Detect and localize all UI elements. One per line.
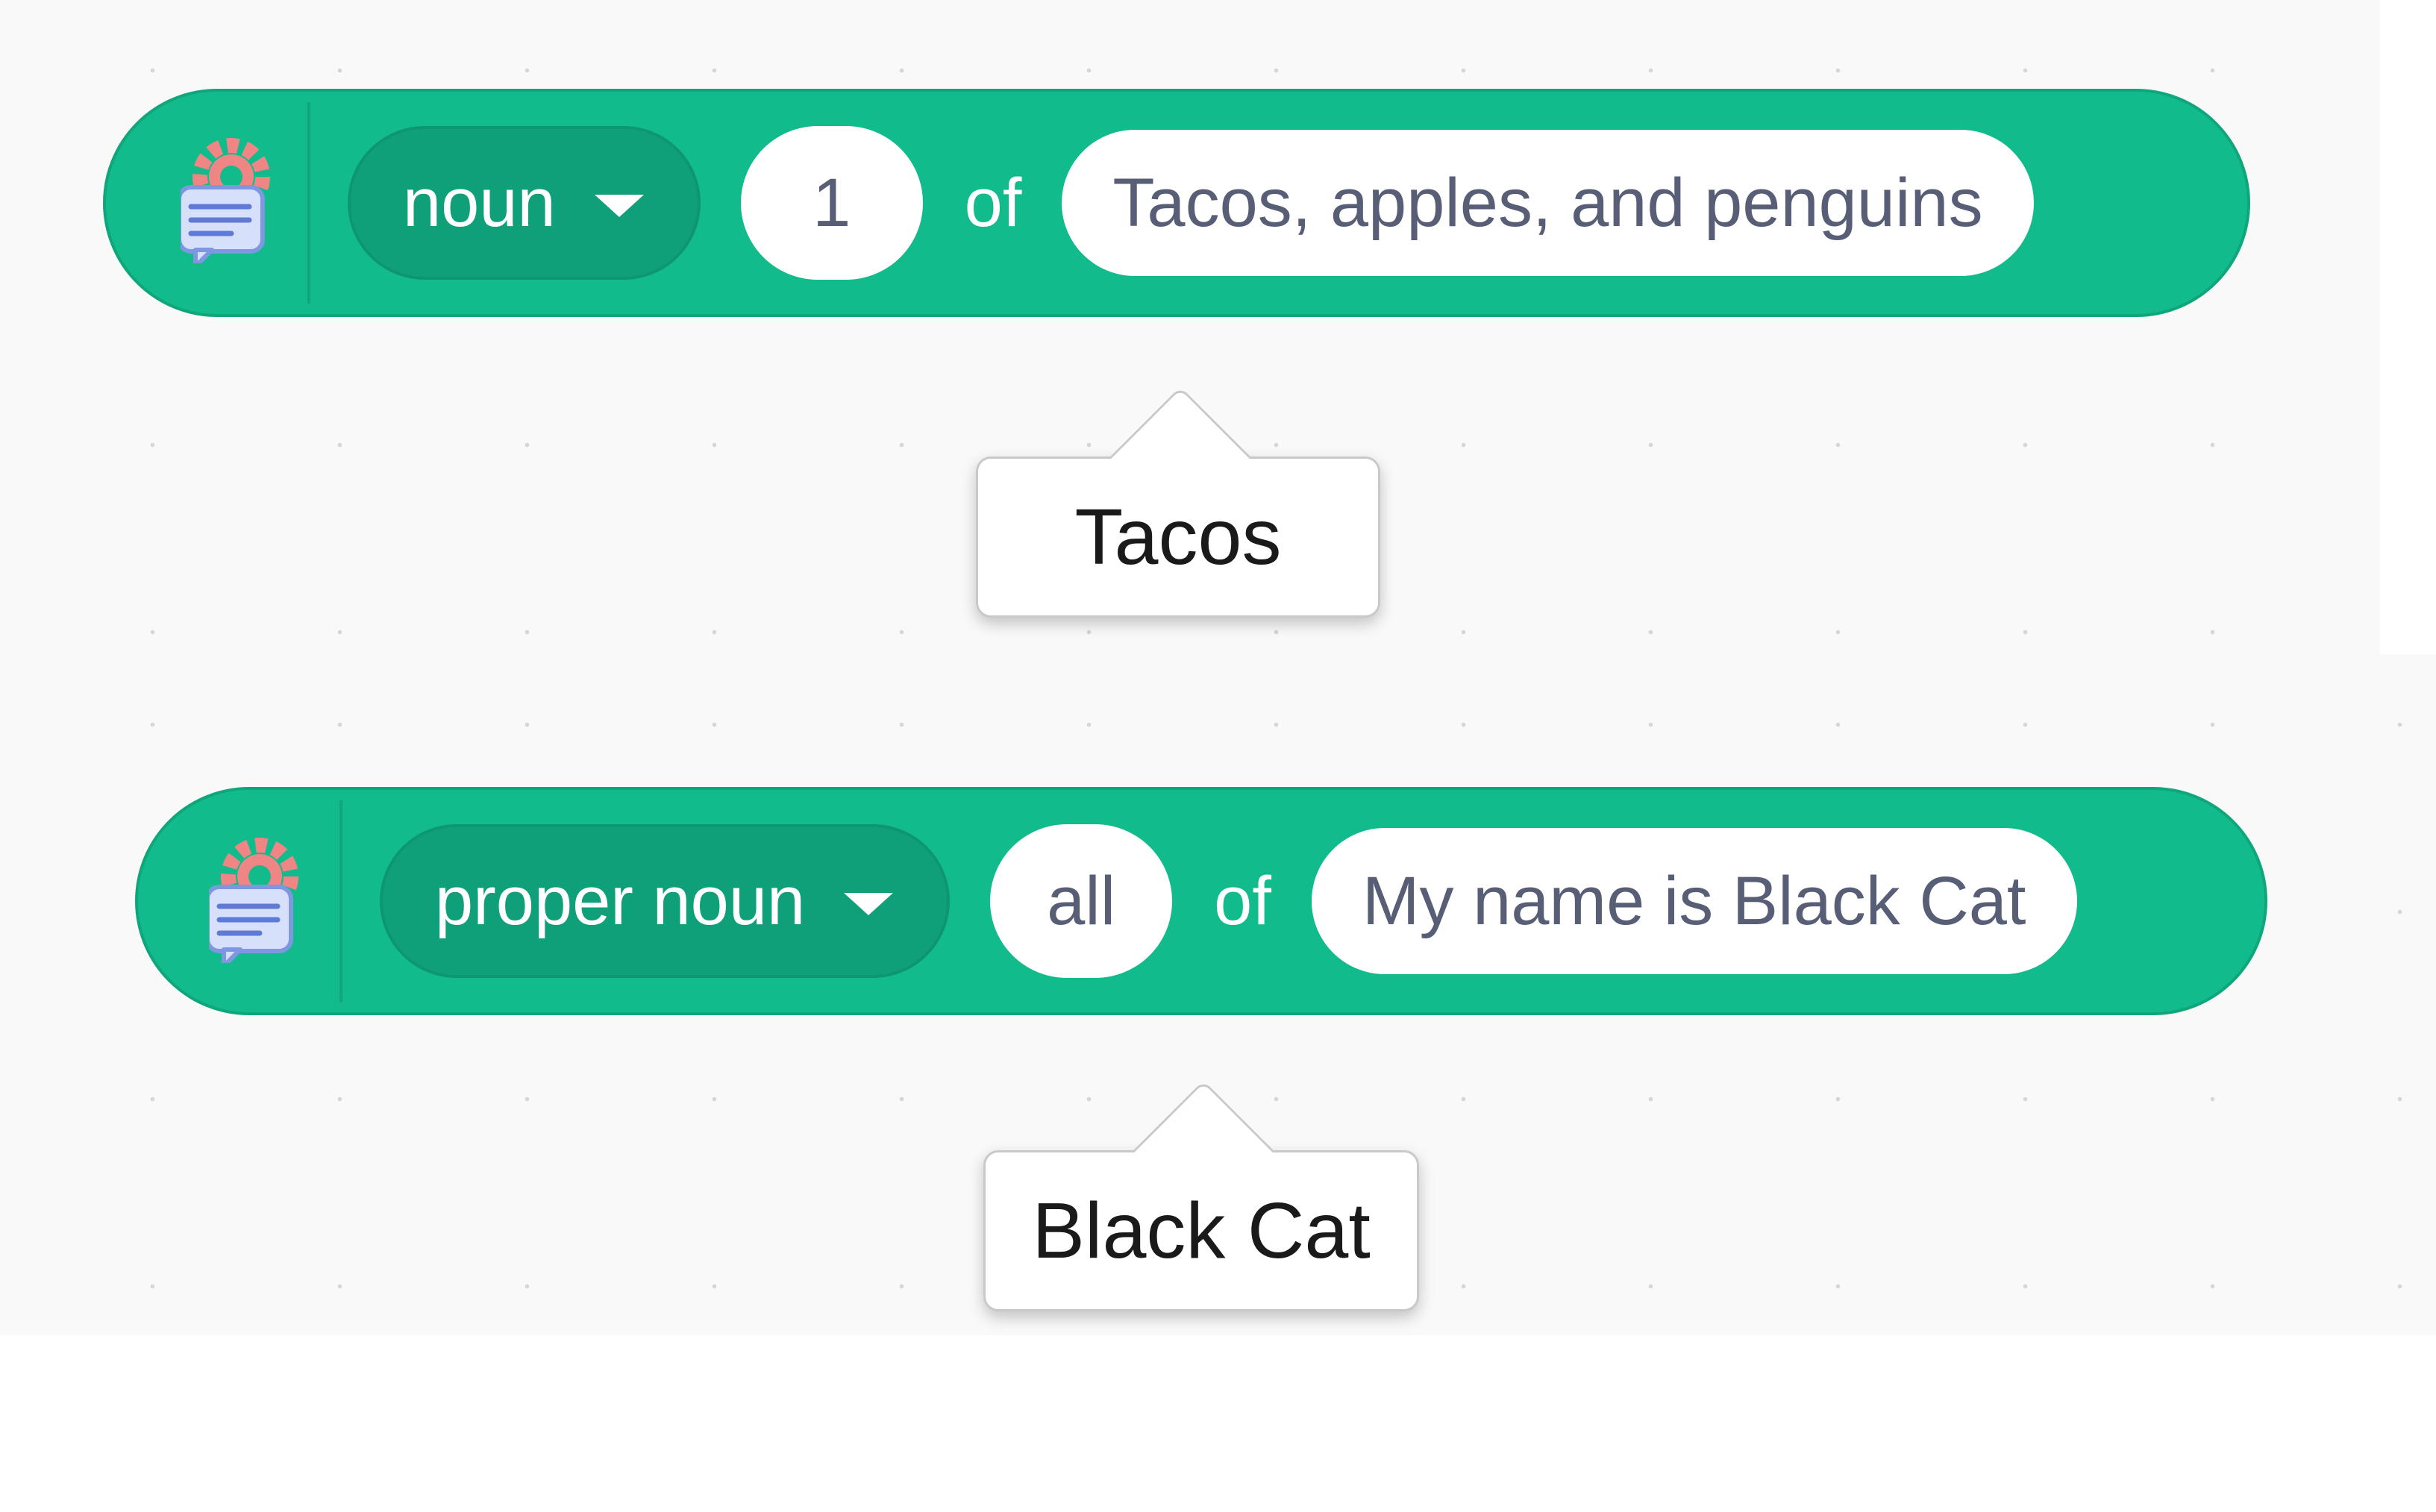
text-input-value: Tacos, apples, and penguins [1112, 164, 1983, 241]
text-processing-extension-icon [209, 838, 298, 963]
text-input-value: My name is Black Cat [1362, 862, 2026, 939]
report-value: Black Cat [1032, 1186, 1371, 1275]
of-label: of [964, 164, 1022, 241]
word-type-dropdown[interactable]: proper noun [380, 824, 951, 978]
block-separator [307, 102, 310, 304]
workspace-canvas: noun 1 of Tacos, apples, and penguins Ta… [0, 0, 2436, 1512]
get-word-of-type-block[interactable]: proper noun all of My name is Black Cat [135, 787, 2267, 1015]
report-bubble: Tacos [976, 386, 1380, 618]
text-input[interactable]: Tacos, apples, and penguins [1062, 130, 2034, 276]
get-word-of-type-block[interactable]: noun 1 of Tacos, apples, and penguins [103, 89, 2250, 317]
caret-down-icon [594, 195, 644, 217]
word-type-dropdown[interactable]: noun [348, 126, 701, 280]
text-processing-extension-icon [181, 138, 270, 263]
of-label: of [1214, 862, 1271, 939]
word-type-dropdown-label: noun [403, 164, 556, 241]
word-type-dropdown-label: proper noun [435, 862, 806, 939]
text-input[interactable]: My name is Black Cat [1311, 828, 2077, 974]
speech-bubble-icon [209, 885, 293, 963]
index-input[interactable]: all [990, 824, 1173, 978]
index-input-value: all [1047, 862, 1116, 939]
caret-down-icon [844, 893, 894, 915]
index-input-value: 1 [812, 164, 851, 241]
report-value: Tacos [1074, 492, 1282, 581]
report-bubble: Black Cat [983, 1080, 1419, 1311]
extension-icon-container [138, 790, 339, 1012]
extension-icon-container [106, 92, 307, 314]
block-separator [339, 800, 342, 1002]
index-input[interactable]: 1 [740, 126, 923, 280]
speech-bubble-icon [181, 185, 265, 263]
